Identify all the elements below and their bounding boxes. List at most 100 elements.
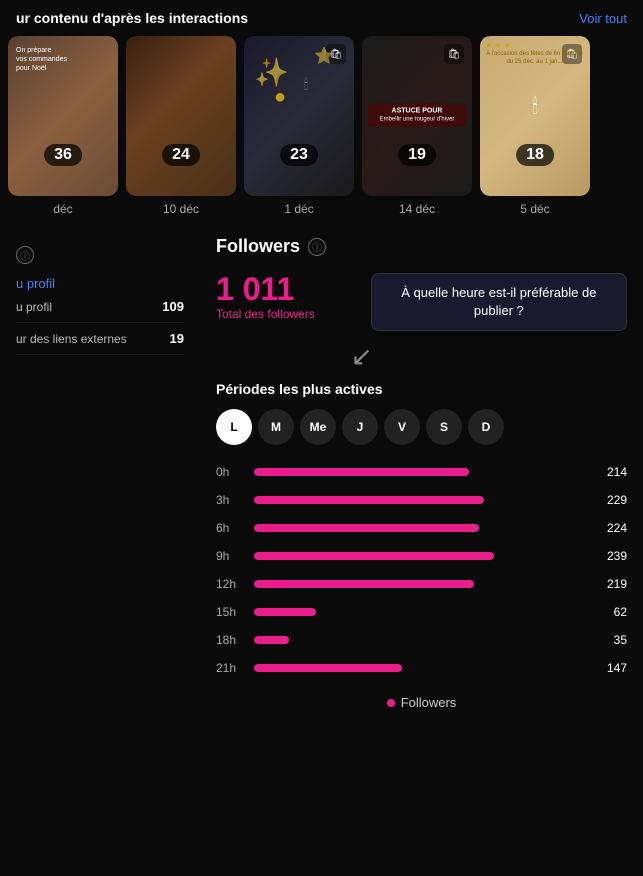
- bar-row-0h: 0h 214: [216, 465, 627, 479]
- bar-fill-0h: [254, 468, 469, 476]
- main-content: ⓘ u profil u profil 109 ur des liens ext…: [0, 236, 643, 710]
- bar-time-12h: 12h: [216, 577, 244, 591]
- bar-track-18h: [254, 636, 587, 644]
- bar-track-21h: [254, 664, 587, 672]
- bar-row-9h: 9h 239: [216, 549, 627, 563]
- top-section: ur contenu d'après les interactions Voir…: [0, 0, 643, 216]
- bar-track-12h: [254, 580, 587, 588]
- legend: Followers: [216, 695, 627, 710]
- bar-value-21h: 147: [597, 661, 627, 675]
- bar-row-12h: 12h 219: [216, 577, 627, 591]
- stat-value-profile: 109: [162, 299, 184, 314]
- card-4-badge: 19: [398, 144, 436, 166]
- card-2-bg: [126, 36, 236, 196]
- bar-fill-6h: [254, 524, 479, 532]
- info-row: ⓘ: [16, 246, 184, 264]
- day-btn-me[interactable]: Me: [300, 409, 336, 445]
- bar-track-3h: [254, 496, 587, 504]
- bar-time-6h: 6h: [216, 521, 244, 535]
- date-2: 10 déc: [126, 202, 236, 216]
- date-3: 1 déc: [244, 202, 354, 216]
- bar-row-15h: 15h 62: [216, 605, 627, 619]
- date-5: 5 déc: [480, 202, 590, 216]
- total-section: 1 011 Total des followers: [216, 273, 315, 321]
- followers-top: 1 011 Total des followers À quelle heure…: [216, 273, 627, 369]
- card-3-badge: 23: [280, 144, 318, 166]
- bar-value-0h: 214: [597, 465, 627, 479]
- section-header: ur contenu d'après les interactions Voir…: [0, 10, 643, 36]
- bar-fill-15h: [254, 608, 316, 616]
- day-btn-m[interactable]: M: [258, 409, 294, 445]
- tooltip-text: À quelle heure est-il préférable de publ…: [386, 284, 612, 320]
- day-buttons: L M Me J V S D: [216, 409, 627, 445]
- card-4[interactable]: 🛍 ASTUCE POUR Embellir une rougeur d'hiv…: [362, 36, 472, 196]
- date-1: déc: [8, 202, 118, 216]
- stat-label-links: ur des liens externes: [16, 332, 127, 346]
- bar-value-3h: 229: [597, 493, 627, 507]
- profile-link[interactable]: u profil: [16, 276, 184, 291]
- bar-time-18h: 18h: [216, 633, 244, 647]
- day-btn-v[interactable]: V: [384, 409, 420, 445]
- dates-row: déc 10 déc 1 déc 14 déc 5 déc: [0, 196, 643, 216]
- section-title: ur contenu d'après les interactions: [16, 10, 248, 26]
- day-btn-j[interactable]: J: [342, 409, 378, 445]
- info-icon: ⓘ: [16, 246, 34, 264]
- day-btn-d[interactable]: D: [468, 409, 504, 445]
- card-1[interactable]: On prépare vos commandes pour Noël 36: [8, 36, 118, 196]
- total-label: Total des followers: [216, 307, 315, 321]
- bar-row-6h: 6h 224: [216, 521, 627, 535]
- arrow-icon: ↙: [351, 343, 627, 369]
- right-panel: Followers ⓘ 1 011 Total des followers À …: [200, 236, 643, 710]
- followers-info-icon: ⓘ: [308, 238, 326, 256]
- bar-fill-18h: [254, 636, 289, 644]
- followers-title: Followers: [216, 236, 300, 257]
- bar-value-12h: 219: [597, 577, 627, 591]
- bar-time-9h: 9h: [216, 549, 244, 563]
- bar-row-3h: 3h 229: [216, 493, 627, 507]
- card-5[interactable]: 🛍 ★ ★ ★ A l'occasion des fêtes de fin d'…: [480, 36, 590, 196]
- card-3[interactable]: 🛍 ✨ ⭐ ● 🕯 23: [244, 36, 354, 196]
- card-1-badge: 36: [44, 144, 82, 166]
- bar-value-18h: 35: [597, 633, 627, 647]
- tooltip-balloon: À quelle heure est-il préférable de publ…: [371, 273, 627, 331]
- bar-row-21h: 21h 147: [216, 661, 627, 675]
- bar-fill-12h: [254, 580, 474, 588]
- bar-track-9h: [254, 552, 587, 560]
- date-4: 14 déc: [362, 202, 472, 216]
- bar-time-0h: 0h: [216, 465, 244, 479]
- bar-fill-3h: [254, 496, 484, 504]
- card-5-badge: 18: [516, 144, 554, 166]
- bar-fill-21h: [254, 664, 402, 672]
- legend-label: Followers: [401, 695, 457, 710]
- stat-row-profile: u profil 109: [16, 291, 184, 323]
- stat-label-profile: u profil: [16, 300, 52, 314]
- day-btn-l[interactable]: L: [216, 409, 252, 445]
- card-2-badge: 24: [162, 144, 200, 166]
- bar-track-15h: [254, 608, 587, 616]
- bar-chart: 0h 214 3h 229 6h 224 9h 239 12h: [216, 465, 627, 675]
- left-panel: ⓘ u profil u profil 109 ur des liens ext…: [0, 236, 200, 710]
- periodes-title: Périodes les plus actives: [216, 381, 627, 397]
- tooltip-area: À quelle heure est-il préférable de publ…: [331, 273, 627, 369]
- card-1-text: On prépare vos commandes pour Noël: [8, 36, 118, 83]
- stat-row-links: ur des liens externes 19: [16, 323, 184, 355]
- bar-value-15h: 62: [597, 605, 627, 619]
- bar-time-3h: 3h: [216, 493, 244, 507]
- bar-time-15h: 15h: [216, 605, 244, 619]
- day-btn-s[interactable]: S: [426, 409, 462, 445]
- voir-tout-link[interactable]: Voir tout: [579, 11, 627, 26]
- bar-value-9h: 239: [597, 549, 627, 563]
- bar-row-18h: 18h 35: [216, 633, 627, 647]
- followers-header: Followers ⓘ: [216, 236, 627, 257]
- bar-time-21h: 21h: [216, 661, 244, 675]
- cards-row: On prépare vos commandes pour Noël 36 24…: [0, 36, 643, 196]
- card-2[interactable]: 24: [126, 36, 236, 196]
- bar-track-6h: [254, 524, 587, 532]
- bar-value-6h: 224: [597, 521, 627, 535]
- card-4-astuce: ASTUCE POUR Embellir une rougeur d'hiver: [368, 103, 467, 126]
- stat-value-links: 19: [170, 331, 184, 346]
- card-4-icon: 🛍: [444, 44, 464, 64]
- total-number: 1 011: [216, 273, 315, 305]
- bar-fill-9h: [254, 552, 494, 560]
- legend-dot: [387, 699, 395, 707]
